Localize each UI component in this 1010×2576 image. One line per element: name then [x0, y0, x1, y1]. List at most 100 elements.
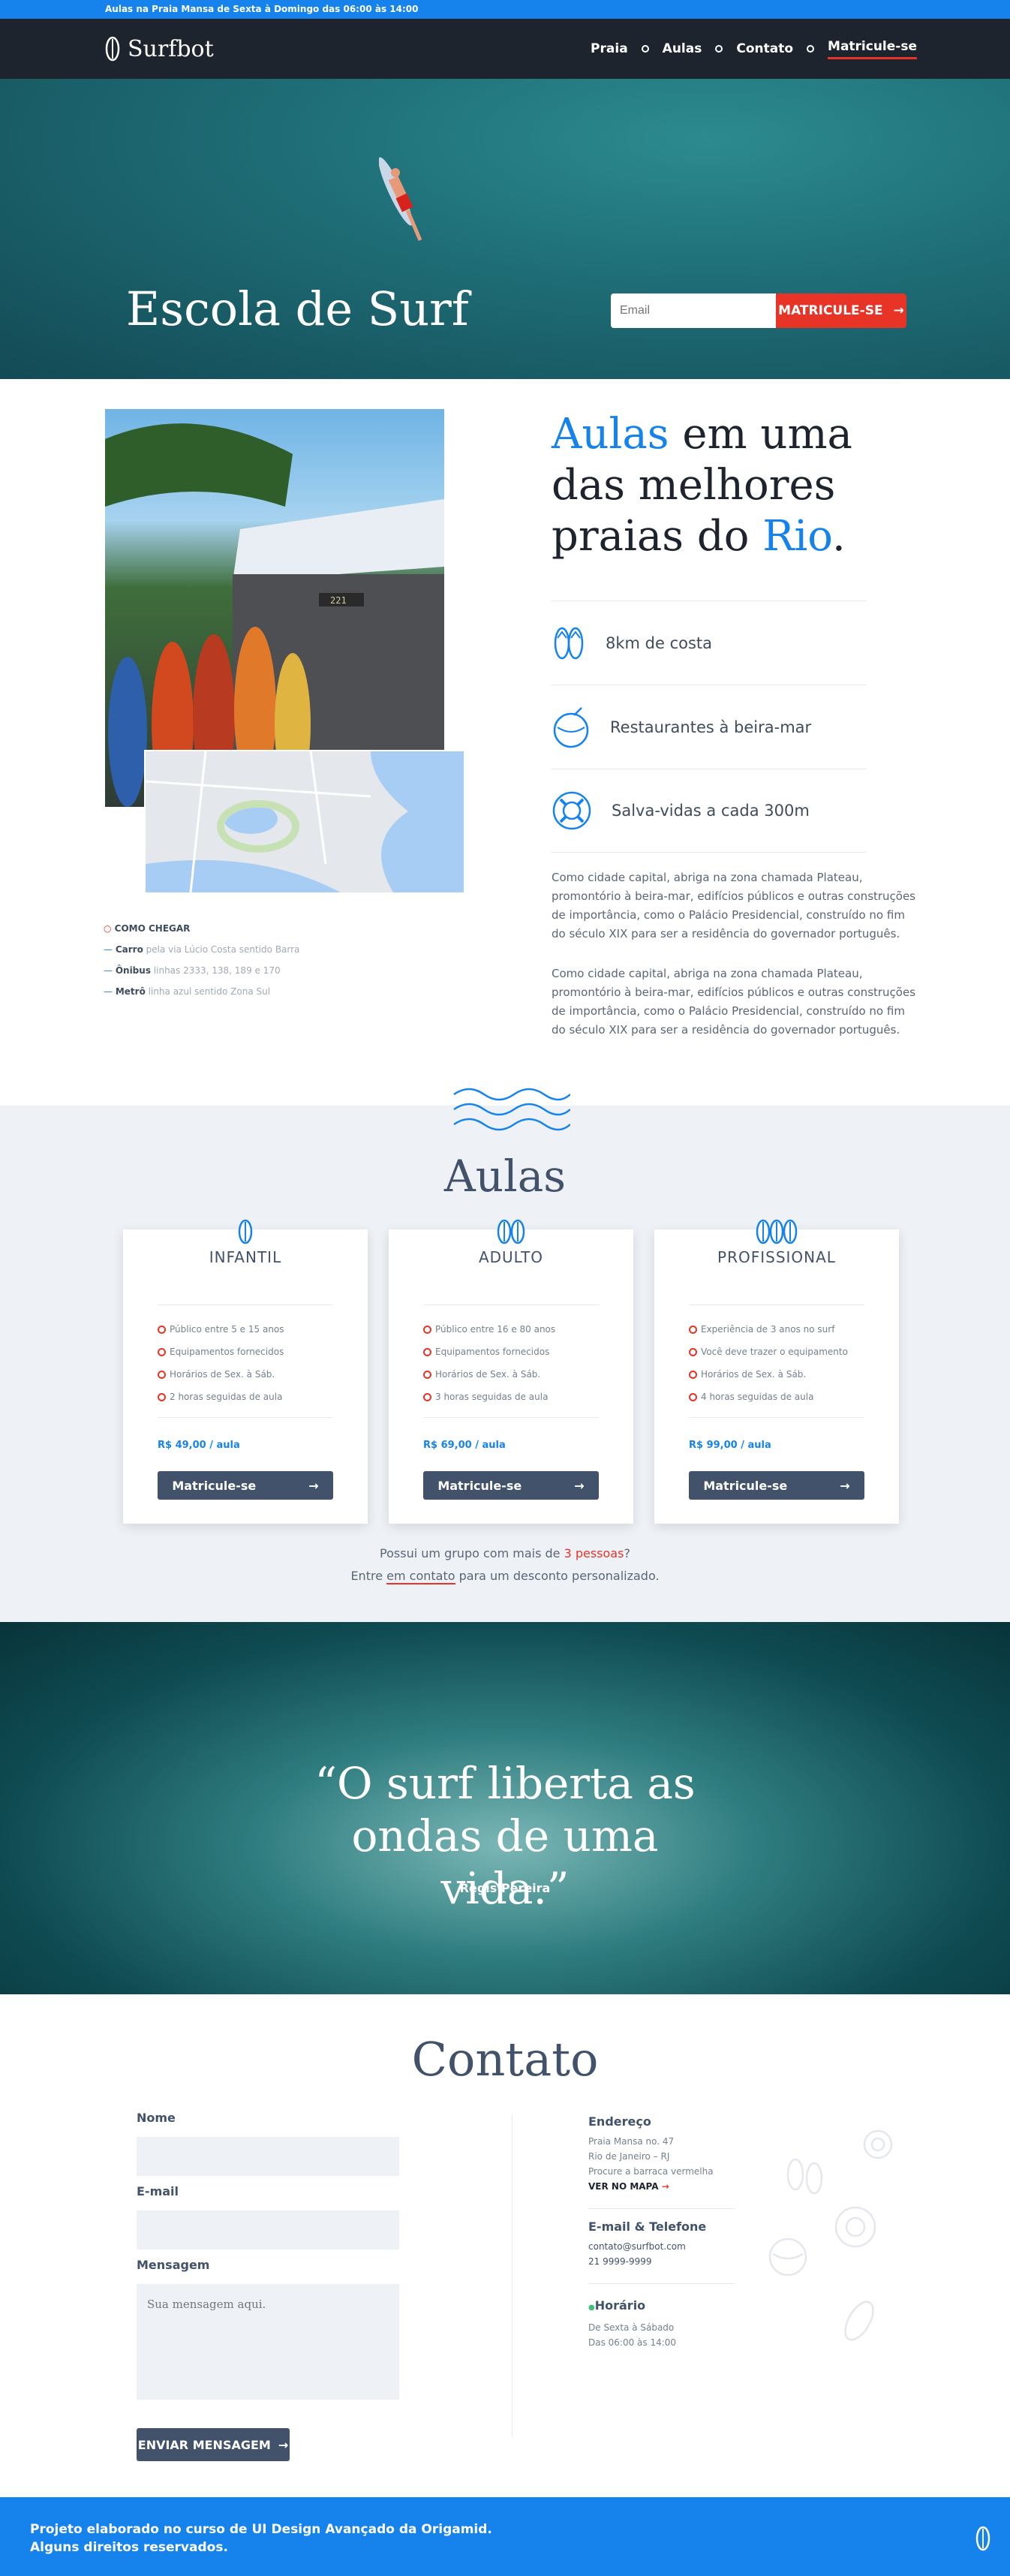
- directions: ○ COMO CHEGAR — Carro pela via Lúcio Cos…: [104, 918, 299, 1002]
- list-item: Público entre 5 e 15 anos: [158, 1318, 284, 1341]
- feature-label: Restaurantes à beira-mar: [610, 718, 812, 736]
- list-item: Equipamentos fornecidos: [423, 1341, 555, 1363]
- directions-car: — Carro pela via Lúcio Costa sentido Bar…: [104, 944, 300, 955]
- location-map[interactable]: [144, 750, 465, 894]
- class-price: R$ 49,00 / aula: [158, 1440, 240, 1451]
- beach-section: 221 ○ COMO CHEGAR — Carro pela via Lúcio…: [0, 379, 1010, 1106]
- list-item: 3 horas seguidas de aula: [423, 1386, 555, 1408]
- feature-label: Salva-vidas a cada 300m: [612, 802, 810, 820]
- class-name: PROFISSIONAL: [717, 1248, 836, 1266]
- contact-email[interactable]: contato@surfbot.com: [588, 2239, 706, 2254]
- surfboards-photo-art: 221: [105, 423, 444, 807]
- class-name: INFANTIL: [209, 1248, 282, 1266]
- directions-title: ○ COMO CHEGAR: [104, 923, 191, 934]
- brand-name: Surfbot: [128, 35, 214, 62]
- surfboard-icon: [123, 1219, 368, 1247]
- quote-author: Regis Pereira: [459, 1881, 551, 1895]
- signup-form: MATRICULE-SE →: [611, 293, 906, 328]
- surfer-image: [379, 157, 422, 241]
- nav-separator-icon: [715, 45, 723, 53]
- three-surfboards-icon: [654, 1219, 899, 1247]
- hours-title: ●Horário: [588, 2298, 646, 2313]
- arrow-right-icon: →: [574, 1478, 585, 1493]
- nav-link-contato[interactable]: Contato: [736, 41, 793, 56]
- list-item: Horários de Sex. à Sáb.: [423, 1363, 555, 1386]
- announcement-text: Aulas na Praia Mansa de Sexta à Domingo …: [105, 4, 419, 14]
- section-heading: Aulas em uma das melhores praias do Rio.: [552, 410, 852, 561]
- hours-line: De Sexta à Sábado: [588, 2322, 675, 2333]
- main-menu: Praia Aulas Contato Matricule-se: [591, 39, 917, 59]
- footer-text: Projeto elaborado no curso de UI Design …: [30, 2522, 492, 2555]
- email-label: E-mail: [137, 2184, 179, 2198]
- address-line: Rio de Janeiro – RJ: [588, 2151, 670, 2162]
- contact-section: Contato Nome E-mail Mensagem ENVIAR MENS…: [0, 1994, 1010, 2497]
- enroll-button[interactable]: Matricule-se →: [423, 1471, 599, 1500]
- name-label: Nome: [137, 2111, 176, 2125]
- address-line: Praia Mansa no. 47: [588, 2136, 675, 2147]
- hero-title: Escola de Surf: [126, 281, 469, 336]
- list-item: Horários de Sex. à Sáb.: [158, 1363, 284, 1386]
- divider: [689, 1417, 864, 1418]
- directions-metro: — Metrô linha azul sentido Zona Sul: [104, 986, 271, 997]
- class-features: Público entre 5 e 15 anos Equipamentos f…: [158, 1318, 284, 1408]
- list-item: Horários de Sex. à Sáb.: [689, 1363, 848, 1386]
- divider: [512, 2114, 513, 2437]
- flip-flops-icon: [554, 627, 584, 659]
- class-card-profissional: PROFISSIONAL Experiência de 3 anos no su…: [654, 1219, 899, 1524]
- list-item: Público entre 16 e 80 anos: [423, 1318, 555, 1341]
- class-features: Público entre 16 e 80 anos Equipamentos …: [423, 1318, 555, 1408]
- status-dot-icon: ●: [588, 2304, 595, 2312]
- nav-link-matricule[interactable]: Matricule-se: [828, 39, 917, 59]
- signup-button[interactable]: MATRICULE-SE →: [776, 293, 906, 328]
- message-field[interactable]: [137, 2284, 399, 2400]
- list-item: Experiência de 3 anos no surf: [689, 1318, 848, 1341]
- coconut-drink-icon: [553, 706, 589, 748]
- arrow-right-icon: →: [893, 303, 904, 318]
- send-message-button[interactable]: ENVIAR MENSAGEM →: [137, 2428, 290, 2461]
- send-message-label: ENVIAR MENSAGEM: [137, 2437, 271, 2452]
- waves-icon: [453, 1088, 570, 1131]
- brand-logo[interactable]: Surfbot: [105, 36, 214, 62]
- surfboard-logo-icon[interactable]: [975, 2526, 990, 2551]
- contact-phone[interactable]: 21 9999-9999: [588, 2254, 706, 2269]
- list-item: 2 horas seguidas de aula: [158, 1386, 284, 1408]
- hours-block: ●Horário De Sexta à Sábado Das 06:00 às …: [588, 2298, 676, 2350]
- feature-restaurants: Restaurantes à beira-mar: [552, 685, 867, 769]
- surfboards-photo: 221: [105, 409, 444, 807]
- contact-link[interactable]: em contato: [386, 1569, 455, 1584]
- enroll-button[interactable]: Matricule-se →: [158, 1471, 333, 1500]
- map-graphic: [145, 751, 464, 893]
- class-name: ADULTO: [478, 1248, 544, 1266]
- name-field[interactable]: [137, 2137, 399, 2176]
- group-discount-note: Possui um grupo com mais de 3 pessoas? E…: [350, 1546, 660, 1584]
- message-label: Mensagem: [137, 2258, 210, 2272]
- email-input[interactable]: [611, 293, 776, 328]
- divider: [588, 2208, 735, 2209]
- view-map-link[interactable]: VER NO MAPA →: [588, 2179, 714, 2194]
- hero-banner: Escola de Surf MATRICULE-SE →: [0, 79, 1010, 379]
- feature-label: 8km de costa: [606, 633, 713, 652]
- about-paragraph: Como cidade capital, abriga na zona cham…: [552, 871, 916, 940]
- nav-separator-icon: [807, 45, 815, 53]
- footer: Projeto elaborado no curso de UI Design …: [0, 2497, 1010, 2576]
- directions-bus: — Ônibus linhas 2333, 138, 189 e 170: [104, 965, 281, 976]
- arrow-right-icon: →: [278, 2437, 289, 2452]
- class-price: R$ 99,00 / aula: [689, 1440, 771, 1451]
- surfboard-logo-icon: [105, 36, 120, 62]
- quote-section: “O surf liberta as ondas de uma vida.” R…: [0, 1622, 1010, 1994]
- arrow-right-icon: →: [661, 2181, 669, 2192]
- nav-link-praia[interactable]: Praia: [591, 41, 628, 56]
- nav-link-aulas[interactable]: Aulas: [663, 41, 702, 56]
- announcement-bar: Aulas na Praia Mansa de Sexta à Domingo …: [0, 0, 1010, 19]
- arrow-right-icon: →: [840, 1478, 850, 1493]
- enroll-button-label: Matricule-se: [437, 1478, 522, 1493]
- list-item: Você deve trazer o equipamento: [689, 1341, 848, 1363]
- divider: [158, 1417, 333, 1418]
- email-field[interactable]: [137, 2210, 399, 2249]
- feature-coast: 8km de costa: [552, 600, 867, 685]
- enroll-button[interactable]: Matricule-se →: [689, 1471, 864, 1500]
- nav-separator-icon: [641, 45, 649, 53]
- feature-lifeguards: Salva-vidas a cada 300m: [552, 769, 867, 853]
- hours-line: Das 06:00 às 14:00: [588, 2337, 677, 2348]
- about-paragraph: Como cidade capital, abriga na zona cham…: [552, 967, 916, 1037]
